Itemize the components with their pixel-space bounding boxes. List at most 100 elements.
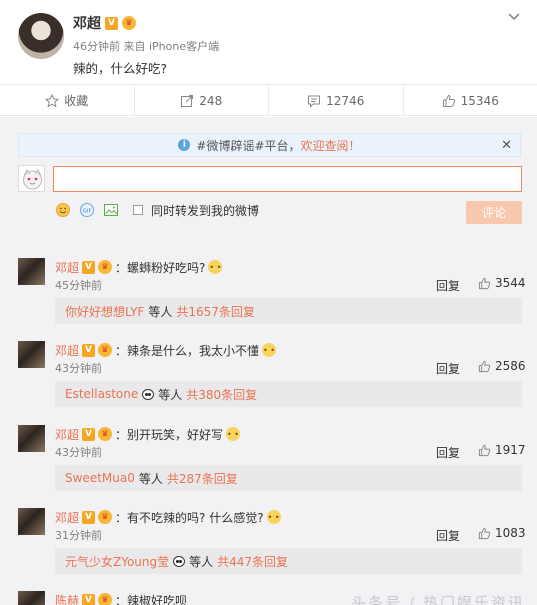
favorite-button[interactable]: 收藏 xyxy=(0,85,135,116)
notice-link[interactable]: 欢迎查阅！ xyxy=(301,137,361,154)
commenter-name[interactable]: 邓超 xyxy=(55,426,79,443)
submit-comment-button[interactable]: 评论 xyxy=(466,201,522,224)
my-avatar xyxy=(18,165,45,192)
reply-button[interactable]: 回复 xyxy=(436,527,460,544)
comment-line: 邓超 V ♛ ：有不吃辣的吗? 什么感觉? • • xyxy=(55,508,281,526)
sub-replies-summary[interactable]: 元气少女ZYoung莹 等人 共447条回复 xyxy=(55,548,522,574)
comment-time: 45分钟前 xyxy=(55,279,102,292)
thumbs-up-icon xyxy=(478,360,491,372)
sub-reply-mid: 等人 xyxy=(158,387,183,402)
comment-time: 43分钟前 xyxy=(55,446,102,459)
verified-badge-icon: V xyxy=(82,510,96,524)
vip-crown-icon: ♛ xyxy=(98,593,113,605)
cartoon-avatar-icon xyxy=(23,169,42,190)
author-name[interactable]: 邓超 xyxy=(73,13,101,33)
post-action-bar: 收藏 248 12746 15346 xyxy=(0,84,537,116)
comment-time: 43分钟前 xyxy=(55,362,102,375)
comment-text: ：辣椒好吃呗 xyxy=(115,593,188,605)
vip-crown-icon: ♛ xyxy=(98,510,113,524)
repost-button[interactable]: 248 xyxy=(135,85,269,116)
thumbs-up-icon xyxy=(478,527,491,539)
repost-icon xyxy=(181,94,194,107)
doge-emoji-icon: • • xyxy=(226,427,241,441)
comment-like-button[interactable]: 3544 xyxy=(478,276,526,290)
sub-reply-user[interactable]: SweetMua0 xyxy=(65,471,135,485)
comment-icon xyxy=(308,95,321,108)
close-icon[interactable]: ✕ xyxy=(501,138,512,153)
notice-text: #微博辟谣#平台， xyxy=(196,138,301,153)
favorite-label: 收藏 xyxy=(64,94,89,108)
sub-reply-mid: 等人 xyxy=(189,554,214,569)
comment-line: 邓超 V ♛ ：辣条是什么，我太小不懂 • • xyxy=(55,341,277,359)
sub-replies-summary[interactable]: Estellastone 等人 共380条回复 xyxy=(55,381,522,407)
comment-like-count: 3544 xyxy=(495,276,526,290)
sub-reply-mid: 等人 xyxy=(138,471,163,486)
panda-emoji-icon xyxy=(142,388,155,400)
sub-reply-user[interactable]: 你好好想想LYF xyxy=(65,303,144,320)
commenter-avatar[interactable] xyxy=(18,425,45,452)
comment-line: 陈赫 V ♛ ：辣椒好吃呗 xyxy=(55,591,187,605)
reply-button[interactable]: 回复 xyxy=(436,444,460,461)
author-name-row: 邓超 V ♛ xyxy=(73,13,136,33)
commenter-avatar[interactable] xyxy=(18,591,45,605)
comment-like-button[interactable]: 1917 xyxy=(478,443,526,457)
watermark: 头条号 / 热门娱乐资讯 xyxy=(351,594,525,605)
comment-line: 邓超 V ♛ ：别开玩笑，好好写 • • xyxy=(55,425,241,443)
repost-checkbox-label: 同时转发到我的微博 xyxy=(151,203,260,218)
commenter-avatar[interactable] xyxy=(18,508,45,535)
comment-like-button[interactable]: 2586 xyxy=(478,359,526,373)
comment-section: i #微博辟谣#平台，欢迎查阅！ ✕ GIF 同时转发到我的微博 评论 邓超 xyxy=(0,117,537,605)
comment-like-count: 1917 xyxy=(495,443,526,457)
info-icon: i xyxy=(178,139,191,151)
post-text: 辣的，什么好吃? xyxy=(73,61,168,76)
sub-reply-user[interactable]: Estellastone xyxy=(65,387,138,401)
author-avatar[interactable] xyxy=(18,13,64,59)
comment-text: ：辣条是什么，我太小不懂 xyxy=(115,343,260,358)
vip-crown-icon: ♛ xyxy=(122,16,136,30)
thumbs-up-icon xyxy=(478,444,491,456)
comment-time: 31分钟前 xyxy=(55,529,102,542)
svg-text:GIF: GIF xyxy=(82,209,91,215)
sub-reply-user[interactable]: 元气少女ZYoung莹 xyxy=(65,553,169,570)
verified-badge-icon: V xyxy=(82,427,96,441)
comment-line: 邓超 V ♛ ：螺蛳粉好吃吗? • • xyxy=(55,258,223,276)
commenter-name[interactable]: 陈赫 xyxy=(55,592,79,605)
image-icon[interactable] xyxy=(103,202,119,218)
sub-replies-summary[interactable]: 你好好想想LYF 等人 共1657条回复 xyxy=(55,298,522,324)
doge-emoji-icon: • • xyxy=(208,260,223,274)
sub-reply-count[interactable]: 共447条回复 xyxy=(217,553,288,570)
vip-crown-icon: ♛ xyxy=(98,260,113,274)
reply-button[interactable]: 回复 xyxy=(436,360,460,377)
repost-checkbox[interactable] xyxy=(133,205,143,215)
post-meta: 46分钟前 来自 iPhone客户端 xyxy=(73,40,220,53)
sub-reply-count[interactable]: 共287条回复 xyxy=(167,470,238,487)
vip-crown-icon: ♛ xyxy=(98,427,113,441)
gif-icon[interactable]: GIF xyxy=(79,202,95,218)
emoji-icon[interactable] xyxy=(55,202,71,218)
chevron-down-icon[interactable] xyxy=(507,10,521,24)
comment-button[interactable]: 12746 xyxy=(269,85,404,116)
sub-reply-count[interactable]: 共1657条回复 xyxy=(176,303,255,320)
panda-emoji-icon xyxy=(173,555,186,567)
commenter-avatar[interactable] xyxy=(18,258,45,285)
sub-replies-summary[interactable]: SweetMua0 等人 共287条回复 xyxy=(55,465,522,491)
comment-like-button[interactable]: 1083 xyxy=(478,526,526,540)
sub-reply-count[interactable]: 共380条回复 xyxy=(186,386,257,403)
comment-text: ：有不吃辣的吗? 什么感觉? xyxy=(115,510,264,525)
commenter-name[interactable]: 邓超 xyxy=(55,509,79,526)
composer-tools: GIF 同时转发到我的微博 xyxy=(55,201,259,219)
thumbs-up-icon xyxy=(442,94,455,107)
verified-badge-icon: V xyxy=(82,343,96,357)
rumor-notice-banner: i #微博辟谣#平台， 欢迎查阅！ ✕ xyxy=(18,133,521,157)
comment-input[interactable] xyxy=(53,166,522,192)
verified-badge-icon: V xyxy=(105,16,118,30)
commenter-name[interactable]: 邓超 xyxy=(55,342,79,359)
doge-emoji-icon: • • xyxy=(262,343,277,357)
commenter-name[interactable]: 邓超 xyxy=(55,259,79,276)
like-button[interactable]: 15346 xyxy=(404,85,537,116)
reply-button[interactable]: 回复 xyxy=(436,277,460,294)
weibo-post: 邓超 V ♛ 46分钟前 来自 iPhone客户端 辣的，什么好吃? xyxy=(0,0,537,84)
verified-badge-icon: V xyxy=(82,593,96,605)
star-icon xyxy=(45,93,60,108)
commenter-avatar[interactable] xyxy=(18,341,45,368)
